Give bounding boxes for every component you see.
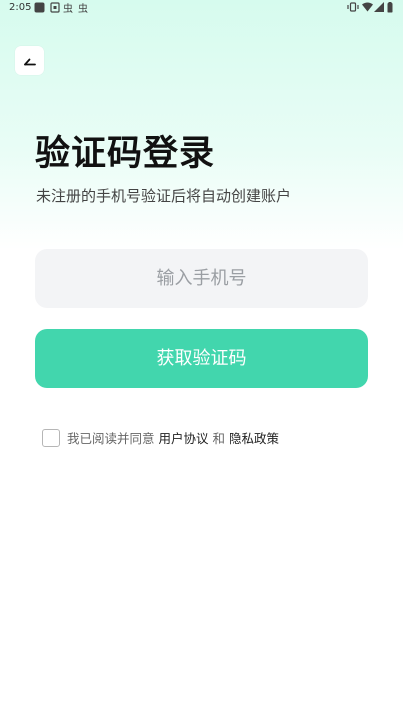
wifi-icon [362, 2, 373, 15]
status-bar: 2:05 虫 虫 [0, 0, 403, 16]
bug-icon: 虫 [63, 2, 75, 16]
battery-icon [387, 2, 393, 16]
svg-text:虫: 虫 [78, 3, 88, 13]
phone-input[interactable] [35, 249, 368, 308]
agreement-prefix: 我已阅读并同意 [67, 431, 155, 446]
signal-icon [374, 2, 384, 15]
svg-text:虫: 虫 [63, 3, 73, 13]
page-subtitle: 未注册的手机号验证后将自动创建账户 [36, 187, 292, 205]
agreement-and: 和 [212, 431, 226, 446]
agree-checkbox[interactable] [42, 429, 60, 447]
privacy-policy-link[interactable]: 隐私政策 [229, 431, 279, 446]
page-title: 验证码登录 [35, 134, 216, 174]
get-code-button[interactable]: 获取验证码 [35, 329, 368, 388]
app-icon [50, 2, 60, 16]
notification-square-icon [34, 2, 45, 16]
agreement-text: 我已阅读并同意 用户协议 和 隐私政策 [67, 429, 279, 448]
user-agreement-link[interactable]: 用户协议 [159, 431, 209, 446]
vibrate-icon [347, 2, 359, 15]
back-button[interactable] [15, 46, 44, 75]
back-arrow-icon [24, 58, 36, 66]
status-time: 2:05 [9, 2, 32, 13]
bug-icon: 虫 [78, 2, 90, 16]
